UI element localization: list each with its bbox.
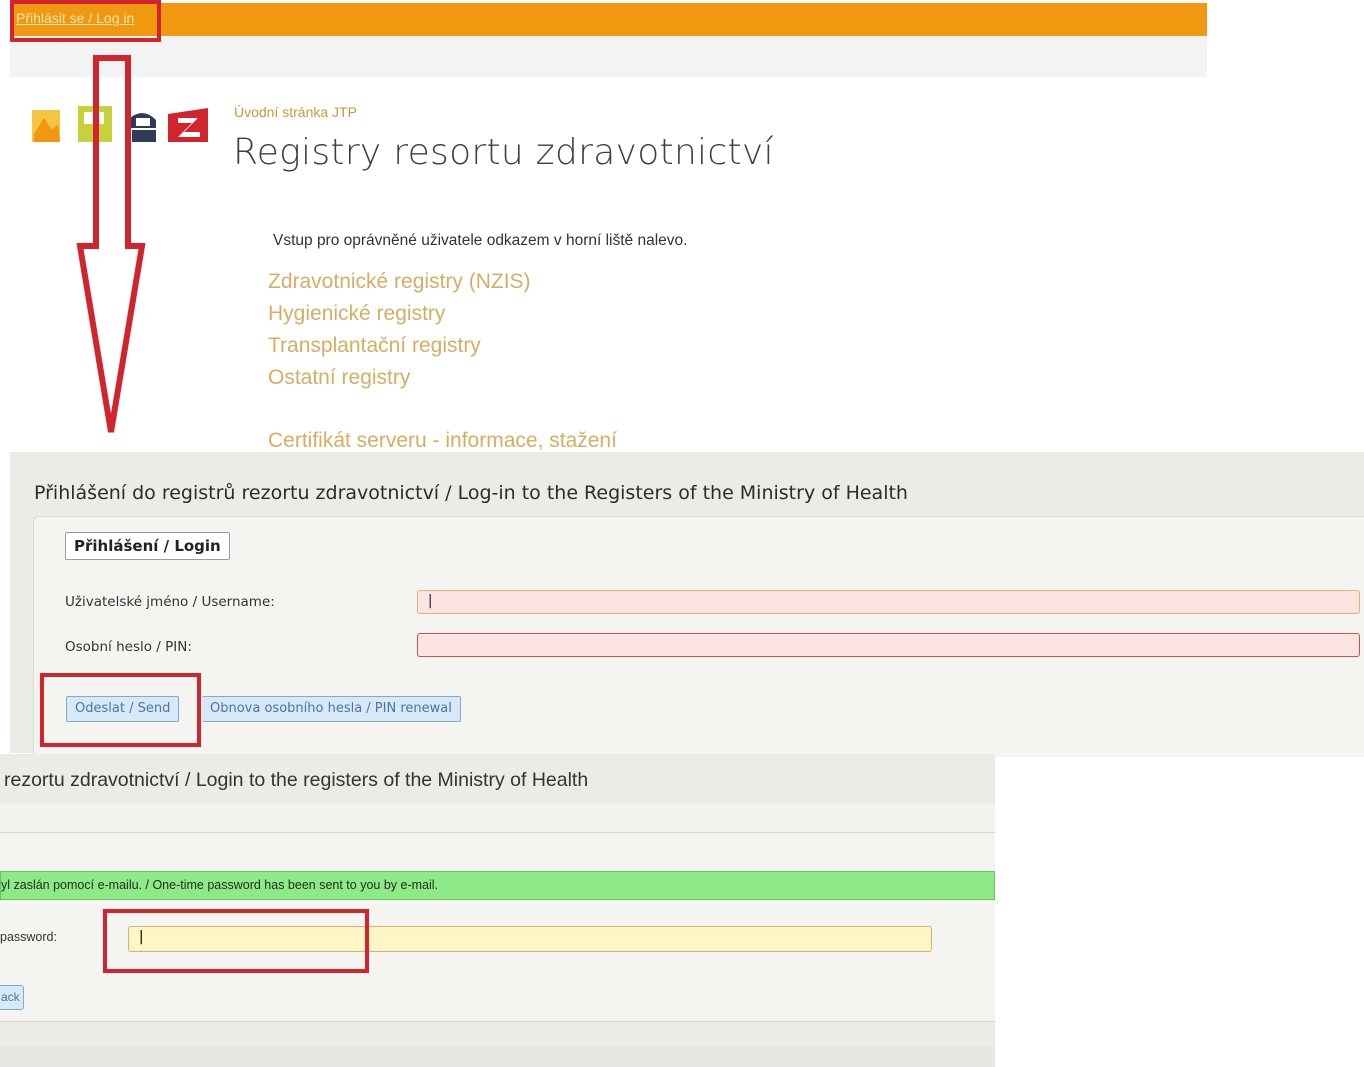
otp-panel: rezortu zdravotnictví / Login to the reg…: [0, 754, 995, 1067]
sub-bar: [10, 36, 1207, 77]
link-hygiene[interactable]: Hygienické registry: [268, 302, 445, 326]
send-button[interactable]: Odeslat / Send: [66, 696, 180, 722]
username-label: Uživatelské jméno / Username:: [65, 594, 275, 610]
login-link[interactable]: Přihlásit se / Log in: [16, 10, 134, 26]
login-heading: Přihlášení do registrů rezortu zdravotni…: [34, 482, 908, 504]
pin-label: Osobní heslo / PIN:: [65, 639, 192, 655]
pin-input[interactable]: [417, 633, 1360, 657]
login-panel: Přihlášení do registrů rezortu zdravotni…: [10, 452, 1364, 757]
back-button[interactable]: ack: [0, 985, 24, 1010]
username-input[interactable]: |: [417, 590, 1360, 614]
link-transplant[interactable]: Transplantační registry: [268, 334, 481, 358]
top-bar: [10, 3, 1207, 36]
intro-text: Vstup pro oprávněné uživatele odkazem v …: [273, 232, 688, 249]
page-title: Registry resortu zdravotnictví: [233, 132, 774, 173]
uzis-logo: [32, 104, 212, 146]
otp-label: password:: [0, 930, 57, 944]
divider: [0, 1021, 995, 1022]
otp-sent-banner: yl zaslán pomocí e-mailu. / One-time pas…: [0, 871, 995, 900]
pin-renewal-button[interactable]: Obnova osobního hesla / PIN renewal: [202, 696, 461, 722]
breadcrumb-link[interactable]: Úvodní stránka JTP: [234, 104, 357, 120]
link-certificate[interactable]: Certifikát serveru - informace, stažení: [268, 429, 617, 453]
footer-strip: [0, 1046, 995, 1067]
otp-heading: rezortu zdravotnictví / Login to the reg…: [4, 769, 589, 791]
login-legend: Přihlášení / Login: [65, 532, 230, 560]
link-nzis[interactable]: Zdravotnické registry (NZIS): [268, 270, 531, 294]
otp-input[interactable]: |: [128, 926, 932, 952]
link-other[interactable]: Ostatní registry: [268, 366, 410, 390]
otp-header-strip: [0, 804, 995, 833]
